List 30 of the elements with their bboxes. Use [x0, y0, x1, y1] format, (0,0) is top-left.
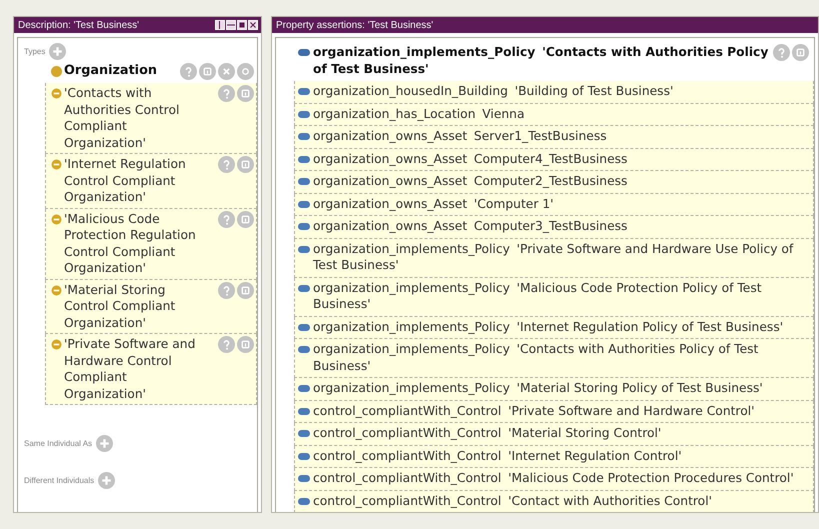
help-icon[interactable] — [218, 282, 235, 298]
help-icon[interactable] — [218, 336, 235, 353]
explain-icon[interactable] — [237, 85, 254, 102]
close-icon[interactable] — [248, 20, 258, 30]
section-label: Different Individuals — [24, 476, 94, 485]
maximize-icon[interactable] — [237, 20, 247, 30]
help-icon[interactable] — [773, 44, 790, 61]
edit-icon[interactable] — [237, 63, 254, 80]
add-icon[interactable] — [98, 472, 116, 489]
annotate-icon[interactable] — [199, 63, 216, 80]
explain-icon[interactable] — [237, 336, 254, 353]
help-icon[interactable] — [180, 63, 197, 80]
section-label: Same Individual As — [24, 439, 92, 448]
type-label[interactable]: Organization — [62, 63, 180, 80]
panel-title: Property assertions: 'Test Business' — [276, 20, 434, 30]
explain-icon[interactable] — [237, 156, 254, 173]
section-label: Types — [24, 47, 46, 56]
split-horizontal-icon[interactable] — [226, 20, 236, 30]
panel-title: Description: 'Test Business' — [18, 20, 140, 30]
help-icon[interactable] — [218, 85, 235, 102]
explain-icon[interactable] — [237, 282, 254, 298]
delete-icon[interactable] — [218, 63, 235, 80]
add-icon[interactable] — [49, 43, 66, 60]
explain-icon[interactable] — [237, 210, 254, 228]
help-icon[interactable] — [218, 156, 235, 173]
help-icon[interactable] — [218, 210, 235, 228]
add-icon[interactable] — [96, 435, 114, 452]
property-assertion[interactable]: organization_implements_Policy 'Contacts with Authorities Policy of Test Business' — [311, 44, 773, 77]
split-vertical-icon[interactable] — [215, 20, 225, 30]
annotate-icon[interactable] — [792, 44, 809, 61]
